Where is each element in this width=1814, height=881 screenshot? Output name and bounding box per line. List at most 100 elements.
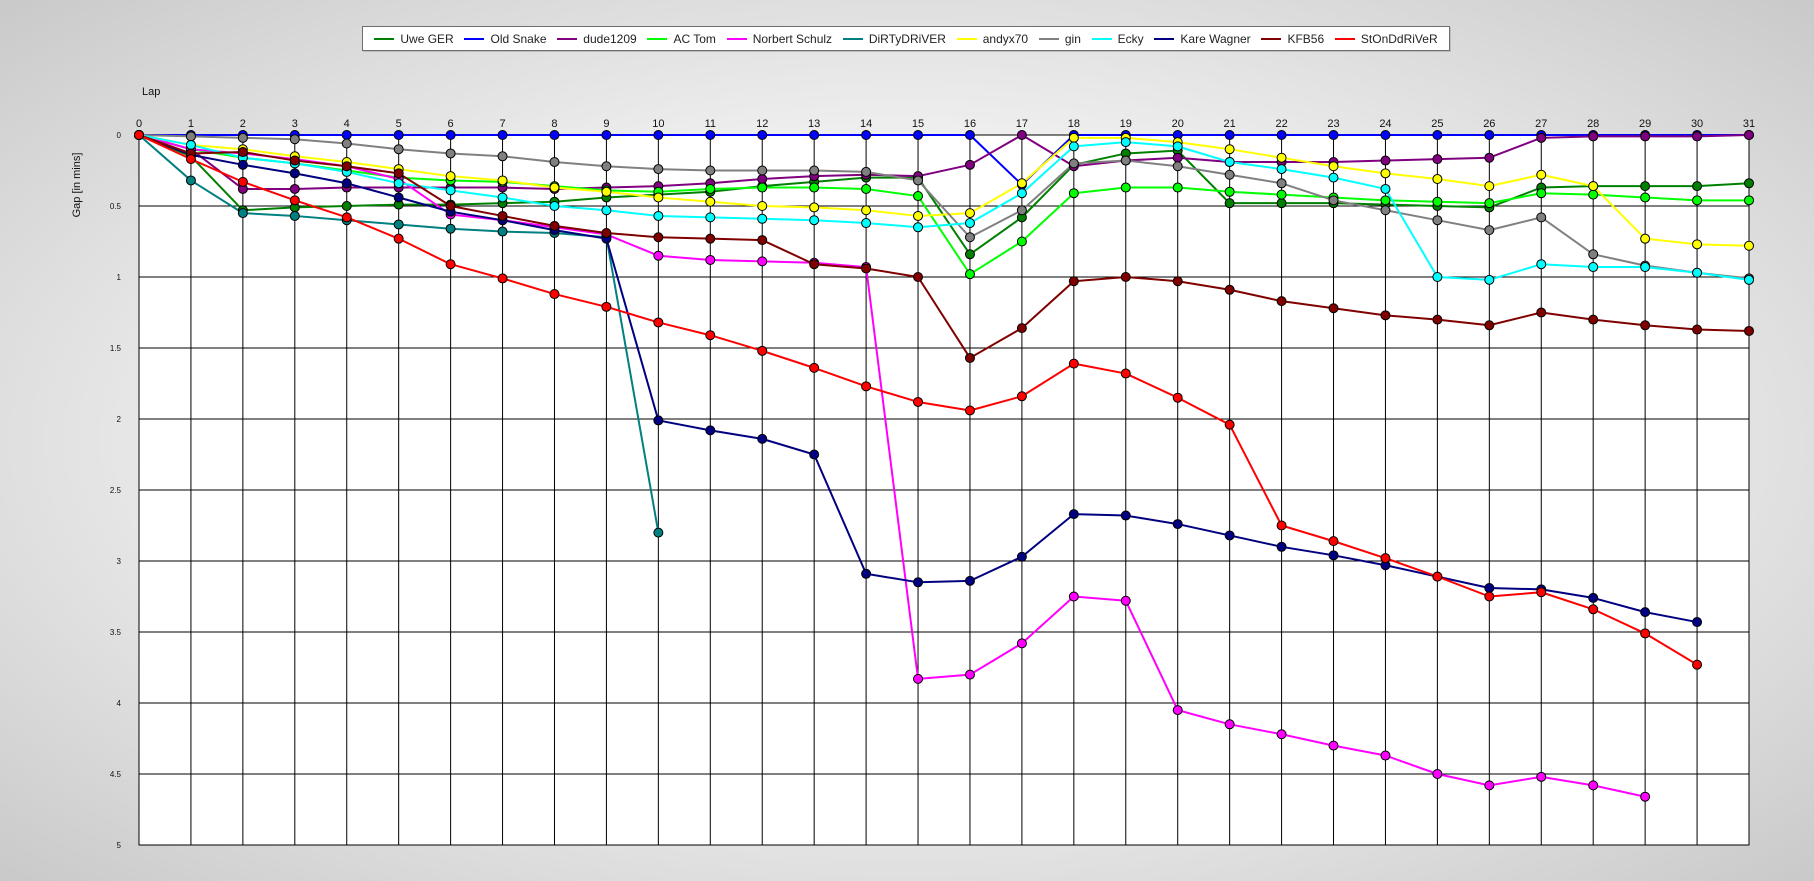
data-point — [1432, 130, 1443, 140]
data-point — [1536, 169, 1547, 180]
data-point — [1484, 225, 1495, 236]
data-point — [653, 210, 664, 221]
x-tick-label: 26 — [1483, 118, 1495, 130]
data-point — [497, 130, 508, 140]
data-point — [757, 165, 768, 176]
data-point — [757, 182, 768, 193]
data-point — [1120, 510, 1131, 521]
data-point — [1484, 780, 1495, 791]
y-tick-label: 3.5 — [110, 628, 122, 637]
x-tick-label: 7 — [499, 118, 505, 130]
data-point — [1432, 196, 1443, 207]
data-point — [705, 254, 716, 265]
data-point — [913, 673, 924, 684]
x-tick-label: 2 — [240, 118, 246, 130]
data-point — [1328, 195, 1339, 206]
y-tick-label: 1 — [117, 273, 122, 282]
data-point — [1692, 195, 1703, 206]
data-point — [1120, 137, 1131, 148]
data-point — [1536, 307, 1547, 318]
data-point — [1380, 168, 1391, 179]
data-point — [1380, 553, 1391, 564]
data-point — [445, 223, 456, 234]
data-point — [653, 250, 664, 261]
x-tick-label: 4 — [344, 118, 350, 130]
data-point — [1692, 181, 1703, 192]
data-point — [549, 156, 560, 167]
data-point — [1224, 144, 1235, 155]
data-point — [1172, 182, 1183, 193]
data-point — [1328, 130, 1339, 140]
data-point — [913, 577, 924, 588]
data-point — [1016, 551, 1027, 562]
data-point — [1068, 358, 1079, 369]
data-point — [1016, 236, 1027, 247]
data-point — [1328, 303, 1339, 314]
data-point — [964, 269, 975, 280]
data-point — [913, 175, 924, 186]
data-point — [913, 130, 924, 140]
data-point — [1016, 391, 1027, 402]
data-point — [549, 220, 560, 231]
data-point — [341, 138, 352, 149]
data-point — [809, 202, 820, 213]
data-point — [705, 212, 716, 223]
data-point — [964, 575, 975, 586]
y-tick-label: 0.5 — [110, 202, 122, 211]
data-point — [653, 415, 664, 426]
data-point — [1536, 259, 1547, 270]
data-point — [809, 449, 820, 460]
data-point — [1172, 705, 1183, 716]
data-point — [445, 130, 456, 140]
data-point — [1276, 164, 1287, 175]
data-point — [653, 527, 664, 538]
data-point — [237, 208, 248, 219]
data-point — [705, 330, 716, 341]
data-point — [705, 183, 716, 194]
data-point — [393, 219, 404, 230]
data-point — [289, 155, 300, 166]
data-point — [1744, 178, 1754, 189]
data-point — [445, 259, 456, 270]
data-point — [809, 362, 820, 373]
data-point — [601, 130, 612, 140]
x-tick-label: 8 — [551, 118, 557, 130]
data-point — [1640, 131, 1651, 142]
y-tick-label: 2.5 — [110, 486, 122, 495]
data-point — [1640, 192, 1651, 203]
x-tick-label: 20 — [1172, 118, 1184, 130]
data-point — [809, 165, 820, 176]
data-point — [341, 178, 352, 189]
data-point — [1380, 130, 1391, 140]
data-point — [134, 130, 144, 140]
data-point — [964, 218, 975, 229]
data-point — [393, 192, 404, 203]
data-point — [549, 201, 560, 211]
data-point — [1172, 152, 1183, 163]
data-point — [1120, 368, 1131, 379]
x-tick-label: 25 — [1431, 118, 1443, 130]
data-point — [861, 381, 872, 392]
data-point — [1588, 181, 1599, 192]
data-point — [1588, 780, 1599, 791]
x-tick-label: 19 — [1120, 118, 1132, 130]
y-tick-label: 5 — [117, 841, 122, 850]
data-point — [549, 289, 560, 300]
data-point — [1380, 750, 1391, 761]
data-point — [601, 301, 612, 312]
data-point — [601, 186, 612, 197]
data-point — [185, 154, 196, 165]
data-point — [1016, 130, 1027, 140]
data-point — [601, 161, 612, 172]
x-tick-label: 17 — [1016, 118, 1028, 130]
x-tick-label: 21 — [1224, 118, 1236, 130]
x-tick-label: 24 — [1379, 118, 1391, 130]
data-point — [1380, 155, 1391, 166]
data-point — [1744, 240, 1754, 251]
data-point — [1536, 212, 1547, 223]
data-point — [1224, 284, 1235, 295]
data-point — [1328, 740, 1339, 751]
data-point — [185, 131, 196, 142]
data-point — [1276, 296, 1287, 307]
data-point — [497, 226, 508, 237]
